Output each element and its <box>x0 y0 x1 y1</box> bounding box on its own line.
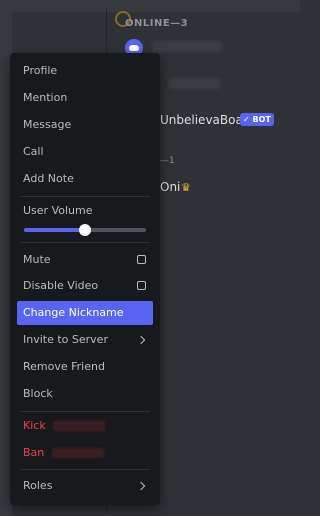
member-name[interactable]: Oni <box>160 180 180 194</box>
user-volume-slider[interactable] <box>24 224 146 236</box>
mute-label: Mute <box>23 253 51 266</box>
invite-to-server-label: Invite to Server <box>23 333 108 346</box>
menu-item-roles[interactable]: Roles <box>17 474 153 498</box>
menu-item-message[interactable]: Message <box>17 113 153 137</box>
menu-divider <box>20 411 150 412</box>
menu-item-call[interactable]: Call <box>17 140 153 164</box>
kick-label: Kick <box>23 419 46 432</box>
blurred-member-name <box>152 41 222 52</box>
discord-logo-icon <box>129 45 139 51</box>
menu-item-mute[interactable]: Mute <box>17 248 153 272</box>
menu-item-kick[interactable]: Kick <box>17 414 153 438</box>
online-header: ONLINE—3 <box>125 18 189 29</box>
top-bar <box>0 0 300 12</box>
chevron-right-icon <box>136 481 146 491</box>
menu-item-disable-video[interactable]: Disable Video <box>17 274 153 298</box>
disable-video-checkbox[interactable] <box>137 281 146 290</box>
user-volume-label: User Volume <box>23 204 93 217</box>
menu-item-block[interactable]: Block <box>17 382 153 406</box>
menu-divider <box>20 469 150 470</box>
slider-thumb[interactable] <box>79 224 91 236</box>
menu-item-add-note[interactable]: Add Note <box>17 167 153 191</box>
user-context-menu: Profile Mention Message Call Add Note Us… <box>10 53 160 505</box>
mute-checkbox[interactable] <box>137 255 146 264</box>
menu-item-invite-to-server[interactable]: Invite to Server <box>17 328 153 352</box>
crown-icon: ♛ <box>181 181 191 194</box>
member-name[interactable]: UnbelievaBoat <box>160 113 248 127</box>
menu-divider <box>20 242 150 243</box>
chevron-right-icon <box>136 335 146 345</box>
section-count: —1 <box>160 156 175 166</box>
bot-badge: ✓ BOT <box>240 113 274 126</box>
menu-item-ban[interactable]: Ban <box>17 441 153 465</box>
menu-item-profile[interactable]: Profile <box>17 59 153 83</box>
roles-label: Roles <box>23 479 53 492</box>
redacted-username <box>53 421 106 431</box>
redacted-username <box>51 448 104 458</box>
disable-video-label: Disable Video <box>23 279 99 292</box>
menu-item-remove-friend[interactable]: Remove Friend <box>17 355 153 379</box>
menu-item-change-nickname[interactable]: Change Nickname <box>17 301 153 325</box>
blurred-member-name <box>168 78 220 89</box>
slider-fill <box>24 228 85 232</box>
menu-item-mention[interactable]: Mention <box>17 86 153 110</box>
menu-divider <box>20 196 150 197</box>
ban-label: Ban <box>23 446 45 459</box>
